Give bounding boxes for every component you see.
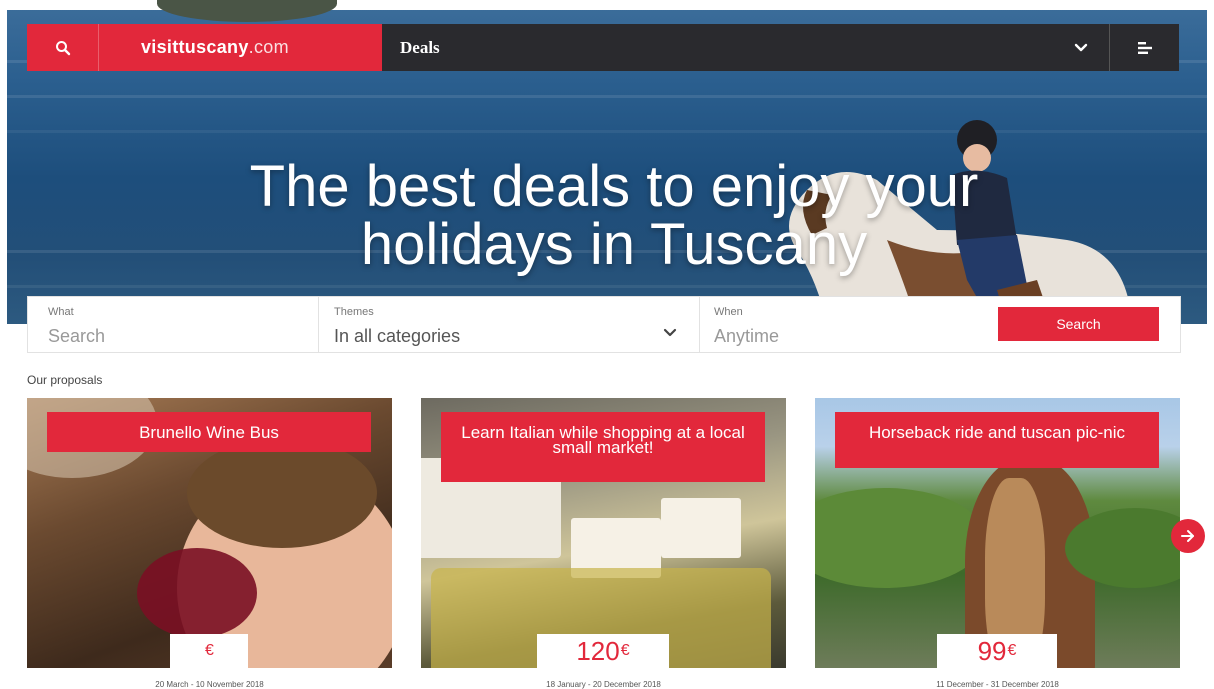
menu-icon [1137,41,1152,54]
themes-select[interactable]: Themes In all categories [319,297,700,352]
themes-label: Themes [334,306,374,318]
what-label: What [48,306,74,318]
hero-title-line1: The best deals to enjoy your [249,154,979,219]
when-input[interactable]: Anytime [714,326,779,347]
what-input[interactable]: Search [48,326,105,347]
proposal-card[interactable]: Learn Italian while shopping at a local … [421,398,786,668]
logo-domain: .com [248,37,289,57]
price-amount: 120 [576,635,620,666]
card-price: 99 € [937,634,1057,668]
nav-search-button[interactable] [27,24,99,71]
card-dates: 20 March - 10 November 2018 [155,680,264,689]
card-title: Horseback ride and tuscan pic-nic [835,412,1159,468]
deal-search-form: What Search Themes In all categories Whe… [27,296,1181,353]
what-field[interactable]: What Search [28,297,319,352]
arrow-right-icon [1181,530,1194,542]
search-icon [55,40,70,55]
search-button[interactable]: Search [998,307,1159,341]
chevron-down-icon [1074,43,1088,51]
card-price: 120 € [537,634,669,668]
top-nav: visittuscany .com Deals [27,24,1179,71]
card-title: Brunello Wine Bus [47,412,371,452]
price-currency: € [1007,642,1017,659]
price-currency: € [205,642,214,659]
price-currency: € [620,642,630,659]
logo-name: visittuscany [141,37,249,57]
carousel-next-button[interactable] [1171,519,1205,553]
card-dates: 18 January - 20 December 2018 [546,680,661,689]
hero-island [157,0,337,22]
nav-section-title: Deals [382,24,1053,71]
proposal-card[interactable]: Horseback ride and tuscan pic-nic 99 € [815,398,1180,668]
chevron-down-icon [663,328,677,337]
when-label: When [714,306,743,318]
proposals-heading: Our proposals [27,373,103,387]
card-price: € [170,634,248,668]
nav-dropdown-toggle[interactable] [1053,24,1109,71]
hero-title: The best deals to enjoy your holidays in… [7,158,1207,274]
card-title: Learn Italian while shopping at a local … [441,412,765,482]
nav-menu-button[interactable] [1109,24,1179,71]
site-logo[interactable]: visittuscany .com [99,24,382,71]
proposal-card[interactable]: Brunello Wine Bus € [27,398,392,668]
when-field[interactable]: When Anytime Search [700,297,1180,352]
price-amount: 99 [977,635,1007,666]
card-dates: 11 December - 31 December 2018 [936,680,1059,689]
hero-title-line2: holidays in Tuscany [360,212,868,277]
themes-value: In all categories [334,326,461,346]
